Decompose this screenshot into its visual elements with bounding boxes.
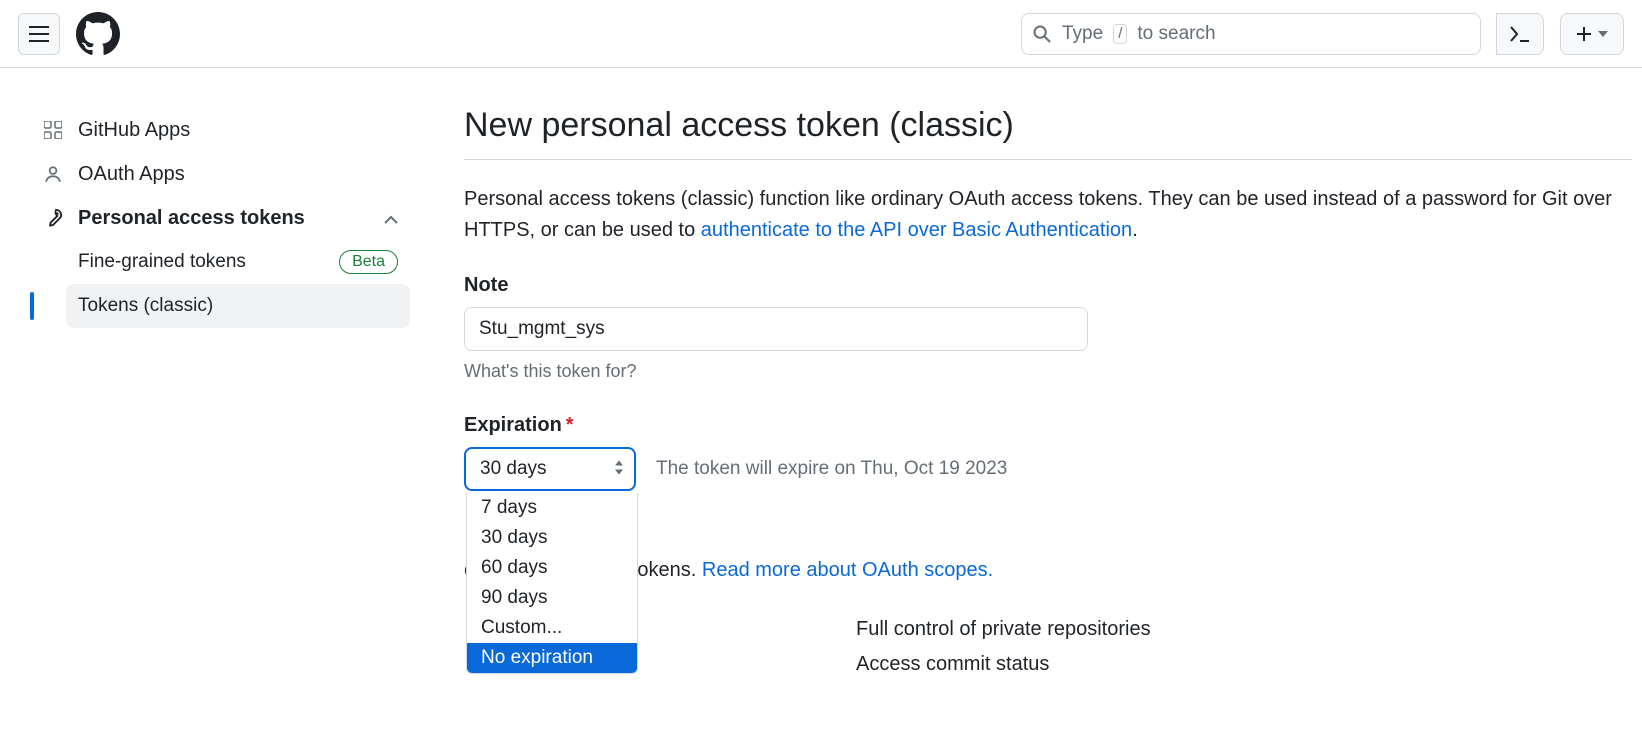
expiration-select[interactable]: 30 days 7 days 30 days 60 days 90 days C… xyxy=(464,447,636,491)
github-mark-icon xyxy=(76,12,120,56)
top-bar: Type / to search xyxy=(0,0,1642,68)
github-logo[interactable] xyxy=(76,12,120,56)
expiration-option-7[interactable]: 7 days xyxy=(467,493,637,523)
scopes-section: ccess for personal tokens. Read more abo… xyxy=(464,559,1632,676)
person-icon xyxy=(42,165,64,183)
sidebar-item-label: Tokens (classic) xyxy=(78,295,213,317)
expiration-field: Expiration* 30 days 7 days 30 days 60 da… xyxy=(464,414,1632,491)
search-kbd: / xyxy=(1113,24,1127,44)
main-content: New personal access token (classic) Pers… xyxy=(420,68,1642,676)
expiration-label: Expiration* xyxy=(464,414,1632,437)
command-palette-button[interactable] xyxy=(1496,13,1544,55)
expiration-option-custom[interactable]: Custom... xyxy=(467,613,637,643)
required-star: * xyxy=(566,414,574,436)
hamburger-icon xyxy=(29,26,49,42)
scope-row-repo: Full control of private repositories xyxy=(464,618,1632,641)
sidebar-item-personal-access-tokens[interactable]: Personal access tokens xyxy=(30,196,410,240)
oauth-scopes-link[interactable]: Read more about OAuth scopes. xyxy=(702,559,993,581)
sidebar-item-label: Fine-grained tokens xyxy=(78,251,246,273)
create-new-button[interactable] xyxy=(1560,13,1624,55)
search-icon xyxy=(1032,24,1052,44)
expiration-option-30[interactable]: 30 days xyxy=(467,523,637,553)
chevron-up-icon xyxy=(384,207,398,230)
note-label: Note xyxy=(464,274,1632,297)
note-input[interactable] xyxy=(464,307,1088,351)
expiration-dropdown: 7 days 30 days 60 days 90 days Custom...… xyxy=(466,493,638,674)
settings-sidebar: GitHub Apps OAuth Apps Personal access t… xyxy=(0,68,420,676)
expiration-hint: The token will expire on Thu, Oct 19 202… xyxy=(656,458,1007,480)
plus-icon xyxy=(1576,26,1592,42)
sidebar-item-label: GitHub Apps xyxy=(78,119,190,142)
search-suffix: to search xyxy=(1137,23,1215,45)
expiration-option-no-expiration[interactable]: No expiration xyxy=(467,643,637,673)
scope-repo-desc: Full control of private repositories xyxy=(856,618,1632,641)
note-field: Note What's this token for? xyxy=(464,274,1632,382)
search-input[interactable]: Type / to search xyxy=(1021,13,1481,55)
scope-row-repo-status: repo:status Access commit status xyxy=(464,653,1632,676)
caret-down-icon xyxy=(1598,31,1608,37)
page-description: Personal access tokens (classic) functio… xyxy=(464,184,1632,246)
page-title: New personal access token (classic) xyxy=(464,106,1632,160)
scope-repo-status-desc: Access commit status xyxy=(856,653,1632,676)
expiration-option-90[interactable]: 90 days xyxy=(467,583,637,613)
sidebar-item-label: OAuth Apps xyxy=(78,163,185,186)
search-prefix: Type xyxy=(1062,23,1103,45)
expiration-option-60[interactable]: 60 days xyxy=(467,553,637,583)
hamburger-button[interactable] xyxy=(18,13,60,55)
sidebar-item-fine-grained-tokens[interactable]: Fine-grained tokens Beta xyxy=(66,240,410,284)
select-caret-icon xyxy=(614,461,624,478)
sidebar-item-tokens-classic[interactable]: Tokens (classic) xyxy=(66,284,410,328)
key-icon xyxy=(42,208,64,228)
note-hint: What's this token for? xyxy=(464,361,1632,382)
sidebar-item-label: Personal access tokens xyxy=(78,207,305,230)
apps-icon xyxy=(42,121,64,139)
sidebar-item-github-apps[interactable]: GitHub Apps xyxy=(30,108,410,152)
expiration-selected-value: 30 days xyxy=(480,458,547,480)
command-palette-icon xyxy=(1509,25,1531,43)
beta-badge: Beta xyxy=(339,250,398,274)
sidebar-item-oauth-apps[interactable]: OAuth Apps xyxy=(30,152,410,196)
auth-docs-link[interactable]: authenticate to the API over Basic Authe… xyxy=(701,219,1132,241)
